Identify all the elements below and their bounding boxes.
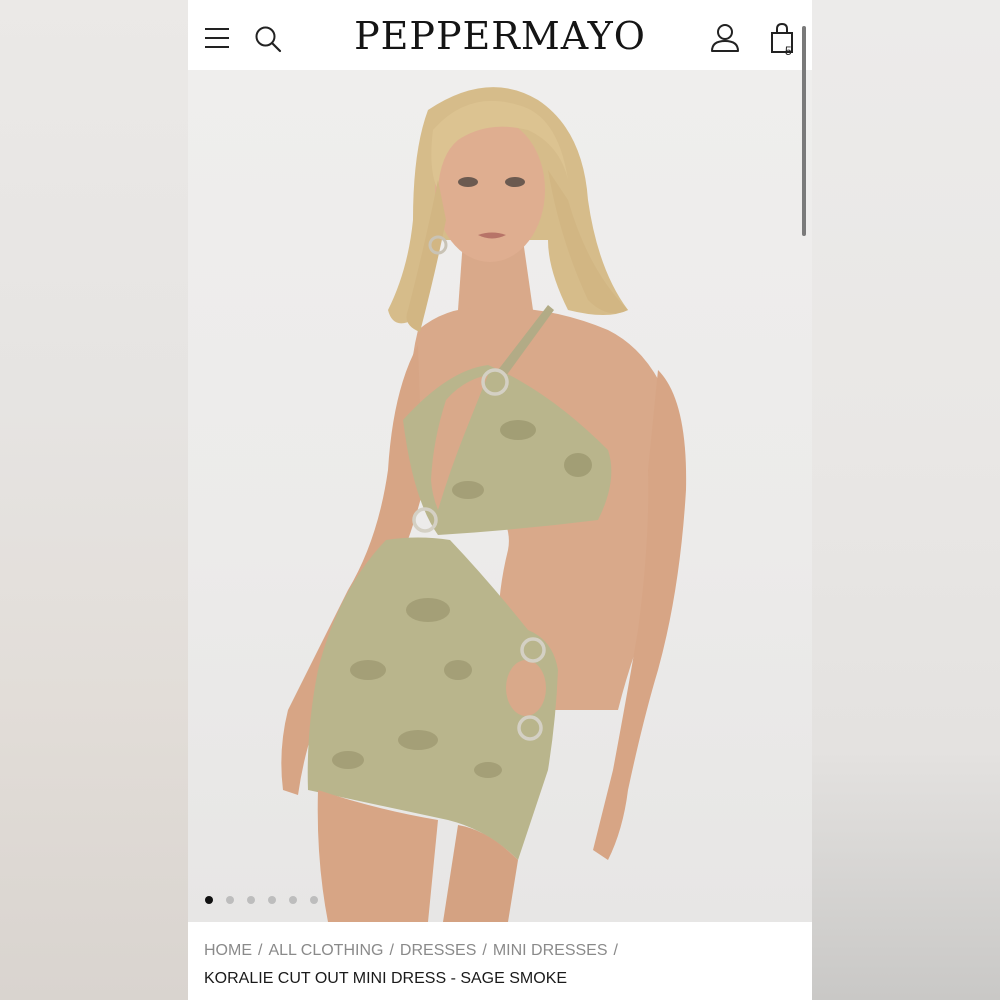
breadcrumb-home[interactable]: HOME <box>204 942 252 959</box>
model-in-dress-illustration <box>281 87 687 922</box>
breadcrumb: HOME / ALL CLOTHING / DRESSES / MINI DRESSES / <box>204 942 624 960</box>
breadcrumb-mini-dresses[interactable]: MINI DRESSES <box>493 942 608 959</box>
bag-count-badge: 5 <box>785 44 792 58</box>
scrollbar[interactable] <box>802 26 806 236</box>
product-title: KORALIE CUT OUT MINI DRESS - SAGE SMOKE <box>204 970 568 987</box>
carousel-dot[interactable] <box>310 896 318 904</box>
account-icon[interactable] <box>710 23 740 53</box>
carousel-dot[interactable] <box>268 896 276 904</box>
breadcrumb-dresses[interactable]: DRESSES <box>400 942 476 959</box>
carousel-dot[interactable] <box>247 896 255 904</box>
carousel-dot[interactable] <box>289 896 297 904</box>
carousel-dot[interactable] <box>205 896 213 904</box>
image-carousel-indicators <box>205 896 318 904</box>
breadcrumb-separator: / <box>613 942 618 959</box>
breadcrumb-separator: / <box>389 942 394 959</box>
blurred-backdrop-left <box>0 0 188 1000</box>
mobile-screen: PEPPERMAYO 5 HOME / ALL CLOTHING / DRESS… <box>188 0 812 1000</box>
breadcrumb-all-clothing[interactable]: ALL CLOTHING <box>268 942 383 959</box>
carousel-dot[interactable] <box>226 896 234 904</box>
blurred-backdrop-right <box>812 0 1000 1000</box>
top-navigation-bar: PEPPERMAYO 5 <box>188 0 812 70</box>
breadcrumb-separator: / <box>482 942 487 959</box>
product-image[interactable] <box>188 70 812 922</box>
breadcrumb-separator: / <box>258 942 263 959</box>
